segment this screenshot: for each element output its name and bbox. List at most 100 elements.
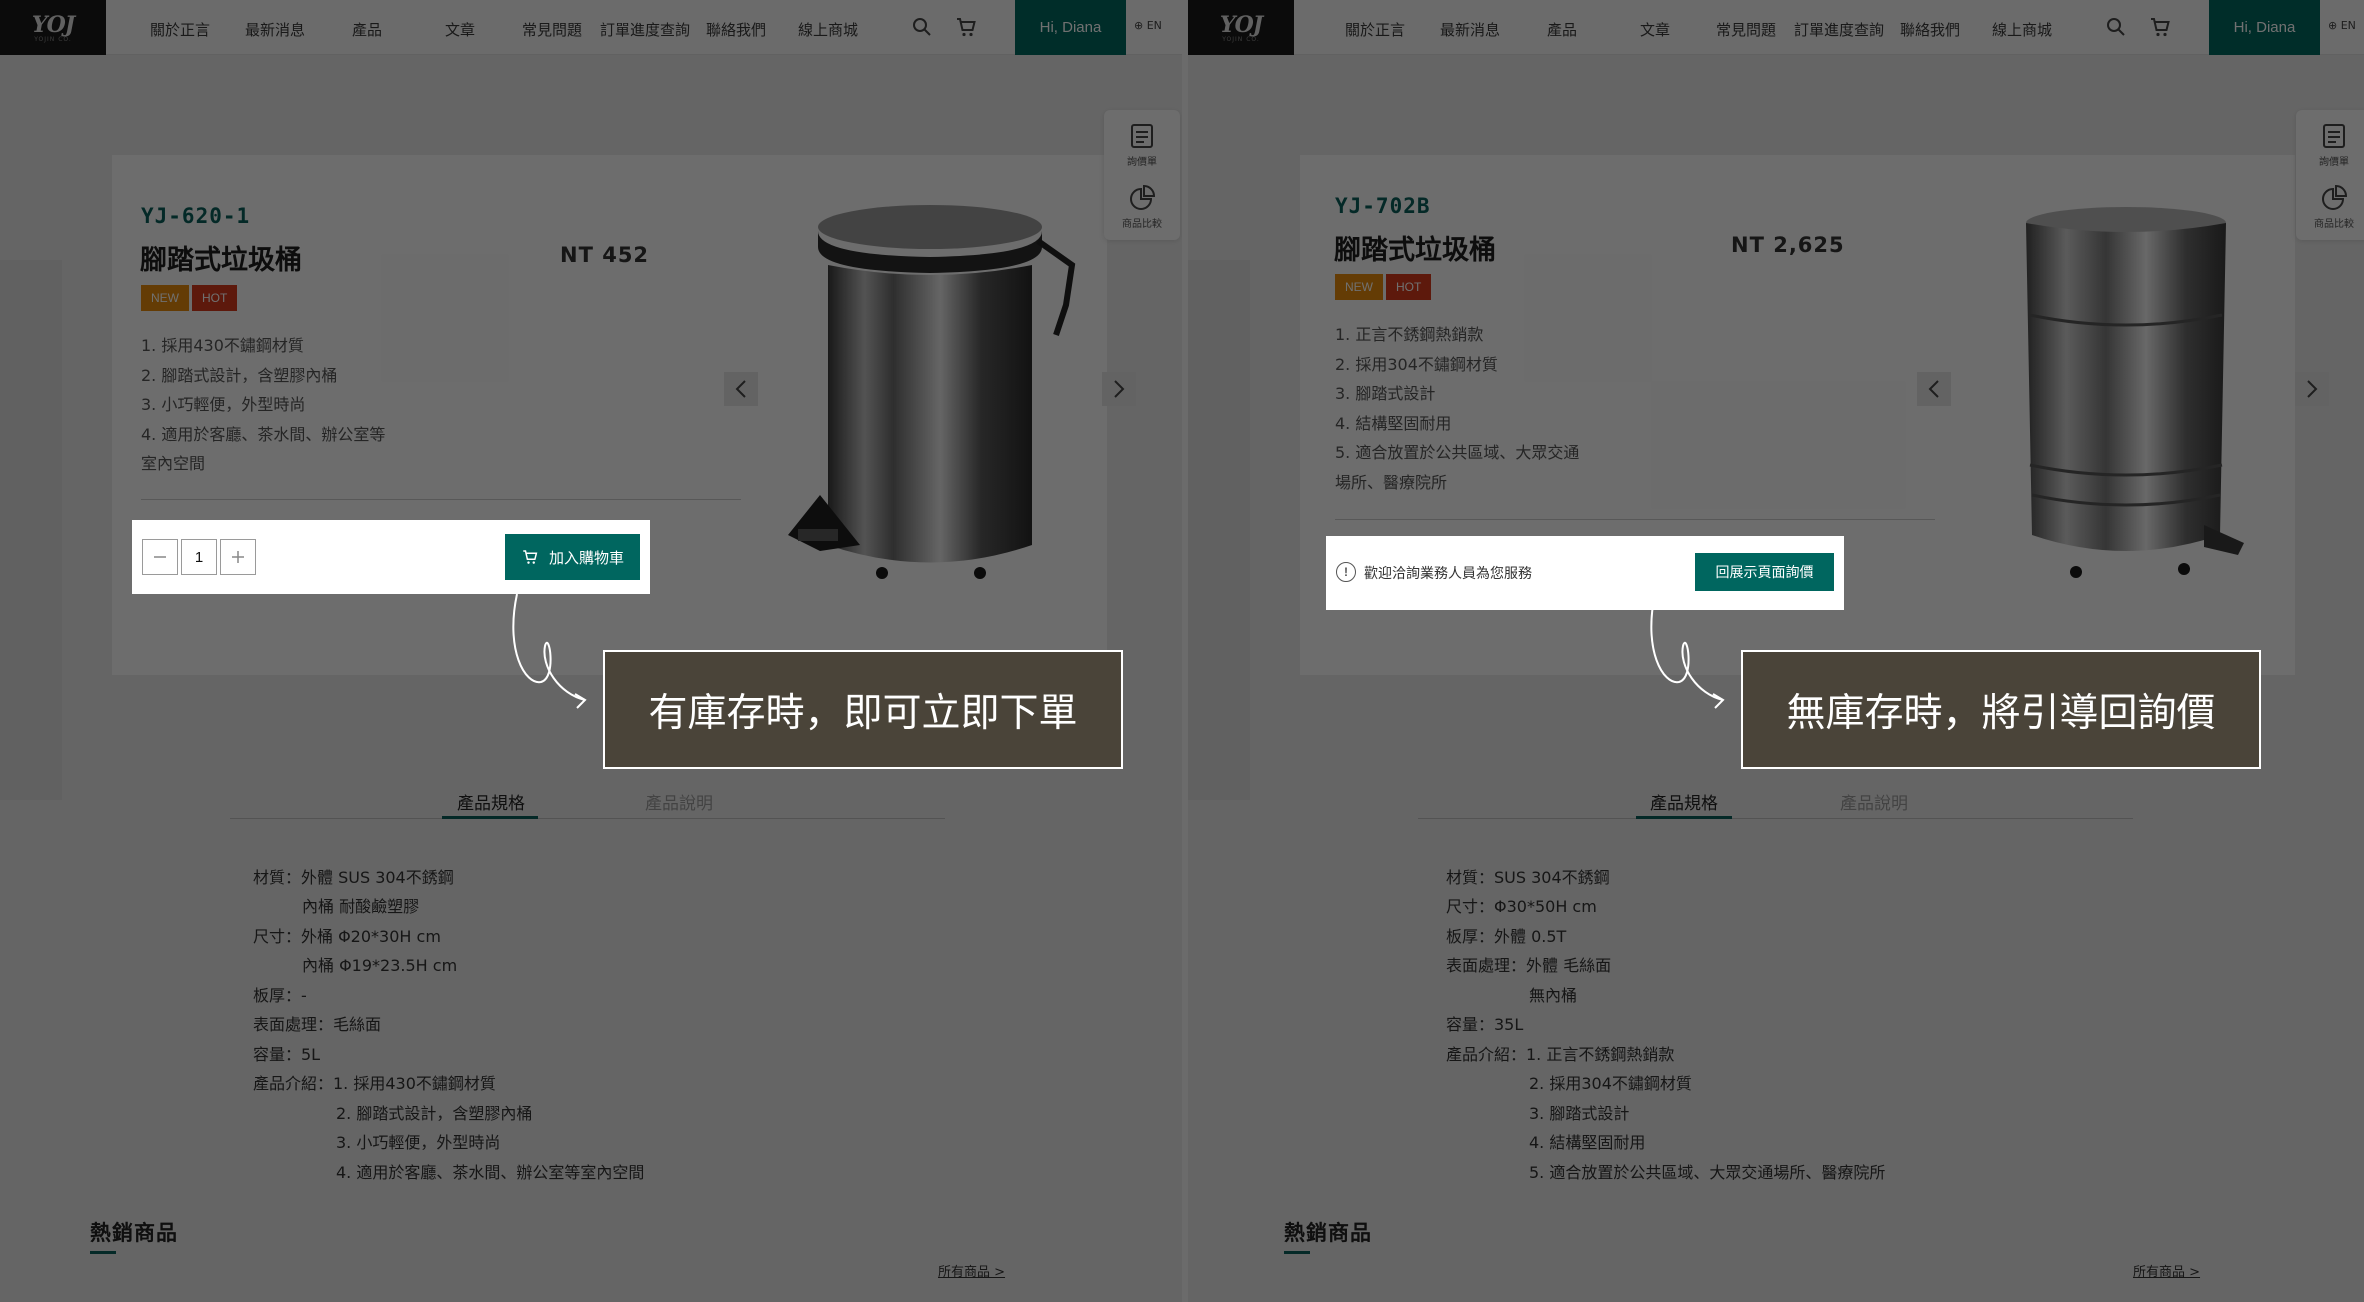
- logo-subtext: YOJIN CO.: [34, 36, 72, 43]
- nav-contact[interactable]: 聯絡我們: [1900, 19, 1960, 40]
- chevron-left-icon: [1928, 380, 1939, 398]
- right-panel-out-of-stock: YOJ YOJIN CO. 關於正言 最新消息 產品 文章 常見問題 訂單進度查…: [1188, 0, 2364, 1302]
- spec-line: 表面處理：毛絲面: [253, 1015, 382, 1034]
- pie-chart-icon: [2322, 184, 2348, 210]
- divider: [141, 499, 741, 500]
- spec-line: 4. 適用於客廳、茶水間、辦公室等室內空間: [336, 1163, 645, 1182]
- background-strip: [1188, 260, 1250, 800]
- inquiry-list-label: 詢價單: [2319, 157, 2349, 168]
- new-badge: NEW: [141, 285, 189, 311]
- feature-item: 1. 正言不銹鋼熱銷款: [1335, 325, 1484, 344]
- product-model: YJ-620-1: [141, 204, 251, 228]
- language-switch[interactable]: ⊕ EN: [1134, 19, 1162, 32]
- nav-faq[interactable]: 常見問題: [522, 19, 582, 40]
- spec-line: 產品介紹：1. 採用430不鏽鋼材質: [253, 1074, 496, 1093]
- chevron-right-icon: [2307, 380, 2318, 398]
- qty-decrease-button[interactable]: [142, 539, 178, 575]
- tabs-divider: [1418, 818, 2133, 819]
- tab-description[interactable]: 產品說明: [645, 789, 713, 814]
- left-panel-in-stock: YOJ YOJIN CO. 關於正言 最新消息 產品 文章 常見問題 訂單進度查…: [0, 0, 1182, 1302]
- comparison-stage: YOJ YOJIN CO. 關於正言 最新消息 產品 文章 常見問題 訂單進度查…: [0, 0, 2364, 1302]
- inquiry-list-tool[interactable]: 詢價單: [1104, 122, 1180, 168]
- qty-input[interactable]: 1: [181, 539, 217, 575]
- spec-line: 容量：5L: [253, 1045, 321, 1064]
- feature-list: 1. 正言不銹鋼熱銷款 2. 採用304不鏽鋼材質 3. 腳踏式設計 4. 結構…: [1335, 320, 1579, 497]
- top-navbar: YOJ YOJIN CO. 關於正言 最新消息 產品 文章 常見問題 訂單進度查…: [1188, 0, 2364, 55]
- spec-line: 3. 小巧輕便，外型時尚: [336, 1133, 501, 1152]
- tab-specs[interactable]: 產品規格: [457, 789, 525, 814]
- cart-icon: [523, 550, 538, 564]
- inquiry-list-label: 詢價單: [1127, 157, 1157, 168]
- nav-faq[interactable]: 常見問題: [1716, 19, 1776, 40]
- spec-line: 尺寸：外桶 Φ20*30H cm: [253, 927, 441, 946]
- logo-mark: YOJ: [31, 12, 75, 38]
- hot-products-underline: [90, 1251, 116, 1254]
- spec-line: 內桶 耐酸鹼塑膠: [302, 897, 420, 916]
- hot-products-title: 熱銷商品: [1284, 1221, 1372, 1245]
- logo[interactable]: YOJ YOJIN CO.: [0, 0, 106, 55]
- compare-tool[interactable]: 商品比較: [2296, 184, 2364, 230]
- cart-icon[interactable]: [2148, 15, 2172, 39]
- hot-products-underline: [1284, 1251, 1310, 1254]
- spec-line: 2. 採用304不鏽鋼材質: [1529, 1074, 1692, 1093]
- feature-item: 2. 腳踏式設計，含塑膠內桶: [141, 365, 338, 385]
- next-image-button[interactable]: [2295, 372, 2329, 406]
- nav-order-status[interactable]: 訂單進度查詢: [1794, 19, 1884, 40]
- spec-line: 產品介紹：1. 正言不銹鋼熱銷款: [1446, 1045, 1675, 1064]
- nav-about[interactable]: 關於正言: [1345, 19, 1405, 40]
- nav-contact[interactable]: 聯絡我們: [706, 19, 766, 40]
- language-switch[interactable]: ⊕ EN: [2328, 19, 2356, 32]
- search-icon[interactable]: [910, 15, 934, 39]
- spec-line: 材質：SUS 304不銹鋼: [1446, 868, 1610, 887]
- nav-articles[interactable]: 文章: [1640, 19, 1670, 40]
- add-to-cart-button[interactable]: 加入購物車: [505, 534, 640, 580]
- user-account-button[interactable]: Hi, Diana: [2209, 0, 2320, 55]
- tab-specs[interactable]: 產品規格: [1650, 789, 1718, 814]
- feature-item: 4. 適用於客廳、茶水間、辦公室等: [141, 424, 386, 444]
- spec-line: 2. 腳踏式設計，含塑膠內桶: [336, 1104, 533, 1123]
- language-label: EN: [1146, 19, 1162, 32]
- hot-badge: HOT: [1386, 274, 1432, 300]
- prev-image-button[interactable]: [724, 372, 758, 406]
- spec-line: 板厚：-: [253, 986, 307, 1005]
- nav-shop[interactable]: 線上商城: [798, 19, 858, 40]
- side-toolbar: 詢價單 商品比較: [1104, 110, 1180, 240]
- cart-icon[interactable]: [954, 15, 978, 39]
- request-quote-button[interactable]: 回展示頁面詢價: [1695, 553, 1834, 591]
- spec-line: 板厚：外體 0.5T: [1446, 927, 1567, 946]
- user-account-button[interactable]: Hi, Diana: [1015, 0, 1126, 55]
- spec-line: 無內桶: [1529, 986, 1578, 1005]
- nav-products[interactable]: 產品: [1547, 19, 1577, 40]
- all-products-link[interactable]: 所有商品 >: [2133, 1261, 2200, 1280]
- inquiry-message: 歡迎洽詢業務人員為您服務: [1364, 566, 1532, 582]
- callout-out-of-stock: 無庫存時，將引導回詢價: [1741, 650, 2261, 769]
- compare-tool[interactable]: 商品比較: [1104, 184, 1180, 230]
- top-navbar: YOJ YOJIN CO. 關於正言 最新消息 產品 文章 常見問題 訂單進度查…: [0, 0, 1182, 55]
- nav-shop[interactable]: 線上商城: [1992, 19, 2052, 40]
- product-price: NT 2,625: [1731, 233, 1845, 257]
- nav-products[interactable]: 產品: [352, 19, 382, 40]
- nav-news[interactable]: 最新消息: [245, 19, 305, 40]
- logo[interactable]: YOJ YOJIN CO.: [1188, 0, 1294, 55]
- search-icon[interactable]: [2104, 15, 2128, 39]
- minus-icon: [154, 556, 166, 558]
- all-products-link[interactable]: 所有商品 >: [938, 1261, 1005, 1280]
- nav-about[interactable]: 關於正言: [150, 19, 210, 40]
- nav-articles[interactable]: 文章: [445, 19, 475, 40]
- callout-in-stock: 有庫存時，即可立即下單: [603, 650, 1123, 769]
- tab-active-indicator: [1636, 816, 1732, 819]
- pie-chart-icon: [1130, 184, 1156, 210]
- prev-image-button[interactable]: [1917, 372, 1951, 406]
- nav-news[interactable]: 最新消息: [1440, 19, 1500, 40]
- next-image-button[interactable]: [1102, 372, 1136, 406]
- feature-item: 5. 適合放置於公共區域、大眾交通: [1335, 443, 1580, 462]
- nav-order-status[interactable]: 訂單進度查詢: [600, 19, 690, 40]
- inquiry-list-tool[interactable]: 詢價單: [2296, 122, 2364, 168]
- spec-line: 3. 腳踏式設計: [1529, 1104, 1630, 1123]
- spec-line: 容量：35L: [1446, 1015, 1524, 1034]
- inquiry-list-icon: [2323, 124, 2345, 148]
- spec-line: 材質：外體 SUS 304不銹鋼: [253, 868, 454, 887]
- hot-badge: HOT: [192, 285, 238, 311]
- qty-increase-button[interactable]: [220, 539, 256, 575]
- tab-description[interactable]: 產品說明: [1840, 789, 1908, 814]
